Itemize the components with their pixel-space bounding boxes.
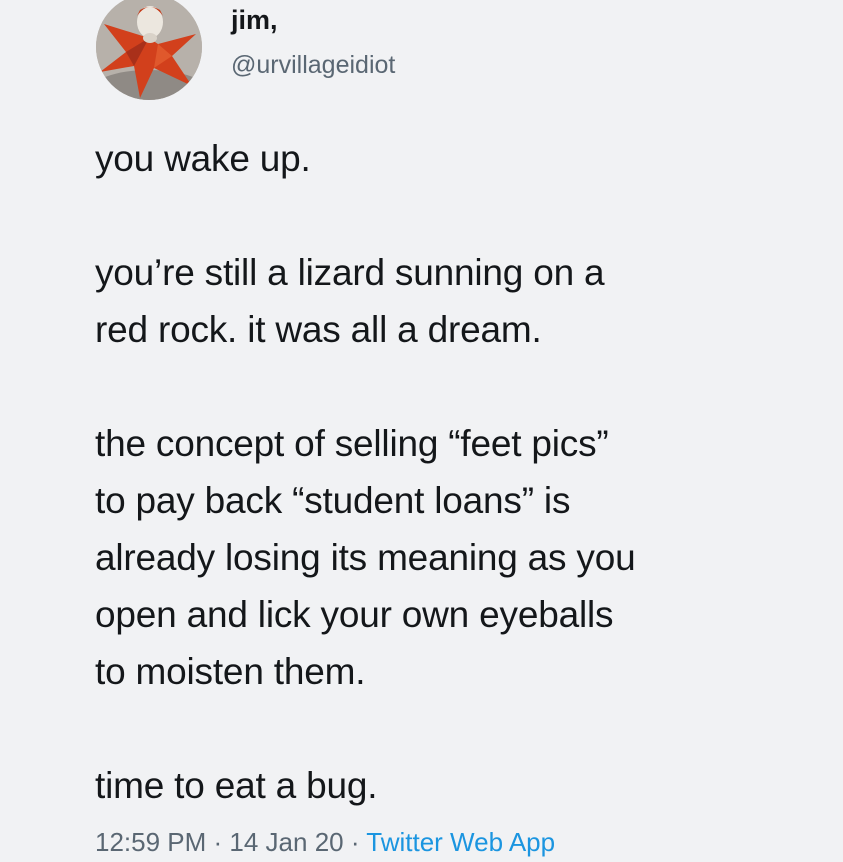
author-handle[interactable]: @urvillageidiot: [231, 50, 395, 80]
meta-separator: ·: [206, 827, 230, 857]
tweet-card: jim, @urvillageidiot you wake up. you’re…: [0, 0, 843, 857]
tweet-time[interactable]: 12:59 PM: [95, 827, 206, 857]
tweet-meta: 12:59 PM · 14 Jan 20 · Twitter Web App: [95, 822, 555, 862]
tweet-header: jim, @urvillageidiot: [96, 0, 816, 100]
tweet-paragraph-3: the concept of selling “feet pics” to pa…: [95, 423, 636, 692]
tweet-text: you wake up. you’re still a lizard sunni…: [95, 130, 815, 814]
author-names: jim, @urvillageidiot: [231, 4, 395, 80]
tweet-paragraph-1: you wake up.: [95, 138, 311, 179]
jester-avatar-icon: [96, 0, 202, 100]
meta-separator: ·: [343, 827, 367, 857]
avatar[interactable]: [96, 0, 202, 100]
tweet-paragraph-2: you’re still a lizard sunning on a red r…: [95, 252, 605, 350]
tweet-date[interactable]: 14 Jan 20: [229, 827, 343, 857]
tweet-paragraph-4: time to eat a bug.: [95, 765, 378, 806]
tweet-source-link[interactable]: Twitter Web App: [366, 827, 555, 857]
author-display-name[interactable]: jim,: [231, 4, 395, 36]
